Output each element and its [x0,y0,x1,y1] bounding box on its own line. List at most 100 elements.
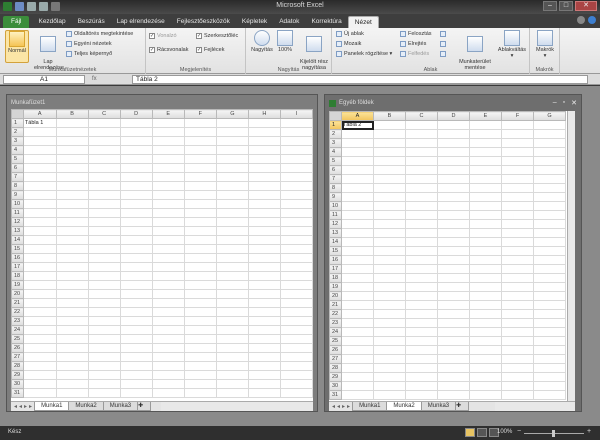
cell[interactable] [279,172,313,182]
cell[interactable] [405,372,438,382]
cell[interactable] [437,390,470,400]
cell[interactable] [437,219,470,229]
cell[interactable] [55,235,89,245]
cell[interactable] [469,291,502,301]
cell[interactable] [533,291,566,301]
cell[interactable] [341,237,374,247]
cell[interactable] [373,138,406,148]
view-side-by-side-icon[interactable] [440,30,448,39]
row-header[interactable]: 6 [11,163,24,173]
cell[interactable] [405,219,438,229]
cell[interactable] [437,138,470,148]
cell[interactable] [151,307,185,317]
cell[interactable] [22,181,57,191]
column-header-i[interactable]: I [279,109,313,119]
cell[interactable] [469,120,502,130]
row-header[interactable]: 28 [11,361,24,371]
cell[interactable] [373,228,406,238]
cell[interactable] [151,217,185,227]
cell[interactable] [87,253,121,263]
cell[interactable] [215,244,249,254]
row-header[interactable]: 26 [329,345,342,355]
help-icon[interactable] [588,16,596,24]
cell[interactable] [55,208,89,218]
cell[interactable] [405,165,438,175]
cell[interactable] [119,136,153,146]
cell[interactable] [22,190,57,200]
cell[interactable] [405,273,438,283]
cell[interactable] [373,273,406,283]
cell[interactable] [469,255,502,265]
cell[interactable] [183,244,217,254]
cell[interactable] [22,325,57,335]
cell[interactable] [405,129,438,139]
column-header-c[interactable]: C [405,111,438,121]
vertical-scrollbar-2[interactable] [567,111,575,401]
cell[interactable] [183,298,217,308]
cell[interactable] [22,217,57,227]
cell[interactable] [373,345,406,355]
cell[interactable] [22,316,57,326]
cell[interactable] [183,154,217,164]
cell[interactable] [183,334,217,344]
cell[interactable] [373,156,406,166]
cell[interactable] [405,138,438,148]
cell[interactable] [215,298,249,308]
cell[interactable] [373,336,406,346]
row-header[interactable]: 18 [11,271,24,281]
cell[interactable] [183,118,217,128]
cell[interactable] [533,120,566,130]
cell[interactable] [279,217,313,227]
cell[interactable] [247,154,281,164]
cell[interactable] [533,390,566,400]
cell[interactable] [279,325,313,335]
cell[interactable] [279,208,313,218]
cell[interactable] [87,127,121,137]
cell[interactable] [55,118,89,128]
cell[interactable] [151,199,185,209]
cell[interactable] [151,118,185,128]
cell[interactable] [469,129,502,139]
cell[interactable] [247,118,281,128]
cell[interactable] [247,181,281,191]
cell[interactable] [533,282,566,292]
row-header[interactable]: 2 [329,129,342,139]
cell[interactable] [215,136,249,146]
cell[interactable] [119,280,153,290]
cell[interactable] [437,228,470,238]
cell[interactable] [437,291,470,301]
cell[interactable] [405,201,438,211]
sheet-nav[interactable]: ◂ ◂ ▸ ▸ [11,403,35,410]
cell[interactable] [405,255,438,265]
cell[interactable] [151,235,185,245]
row-header[interactable]: 16 [11,253,24,263]
cell[interactable] [151,190,185,200]
cell[interactable] [22,127,57,137]
cell[interactable] [247,172,281,182]
cell[interactable] [22,298,57,308]
sheet-tab-munka1[interactable]: Munka1 [34,402,70,411]
row-header[interactable]: 10 [11,199,24,209]
cell[interactable] [215,343,249,353]
cell[interactable] [501,201,534,211]
cell[interactable] [341,138,374,148]
cell[interactable] [341,219,374,229]
cell[interactable] [469,381,502,391]
cell[interactable] [373,219,406,229]
cell[interactable] [341,300,374,310]
cell[interactable] [215,181,249,191]
cell[interactable] [55,244,89,254]
cell[interactable] [501,255,534,265]
cell[interactable] [183,325,217,335]
cell[interactable] [22,388,57,398]
cell[interactable] [183,235,217,245]
row-header[interactable]: 6 [329,165,342,175]
cell[interactable] [533,156,566,166]
cell[interactable] [533,129,566,139]
row-header[interactable]: 30 [329,381,342,391]
row-header[interactable]: 25 [329,336,342,346]
row-header[interactable]: 3 [329,138,342,148]
cell[interactable] [151,361,185,371]
cell[interactable] [55,307,89,317]
cell[interactable] [183,316,217,326]
